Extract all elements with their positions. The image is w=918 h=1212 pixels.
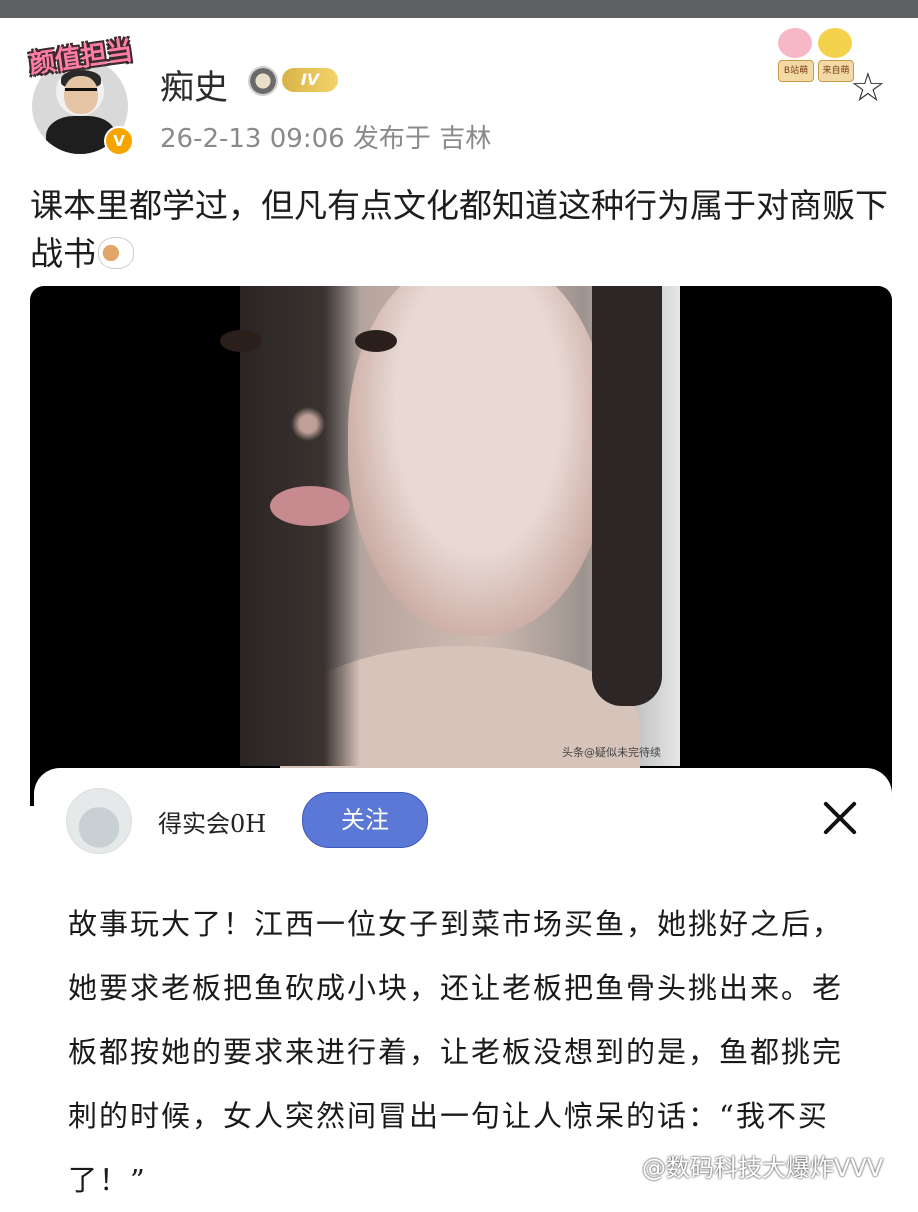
star-icon[interactable]: ☆	[850, 68, 886, 108]
mouth	[270, 486, 350, 526]
status-bar	[0, 0, 918, 18]
cat-emoji-icon	[98, 237, 134, 269]
account-name[interactable]: 得实会0H	[158, 804, 266, 839]
username[interactable]: 痴史	[160, 60, 228, 109]
sticker-tag: 来自萌	[818, 60, 854, 82]
close-icon[interactable]	[820, 798, 860, 838]
follow-button[interactable]: 关注	[302, 792, 428, 848]
video-caption-watermark: 头条@疑似未完待续	[562, 746, 661, 759]
sticker-tag: B站萌	[778, 60, 814, 82]
level-badge: IV	[282, 68, 338, 92]
bottom-sheet: 得实会0H 关注 故事玩大了！江西一位女子到菜市场买鱼，她挑好之后，她要求老板把…	[34, 768, 892, 1198]
eye-left	[220, 330, 262, 352]
nose	[288, 404, 328, 444]
eye-right	[355, 330, 397, 352]
account-avatar[interactable]	[66, 788, 132, 854]
post-meta: 26-2-13 09:06 发布于 吉林	[160, 124, 492, 154]
post-text-content: 课本里都学过，但凡有点文化都知道这种行为属于对商贩下战书	[30, 186, 888, 273]
verified-icon: V	[104, 126, 134, 156]
weibo-watermark: @数码科技大爆炸VVV	[642, 1154, 884, 1182]
sticker-mascot-pink: B站萌	[778, 20, 814, 84]
sticker-mascot-yellow: 来自萌	[818, 20, 854, 84]
video-player[interactable]: 头条@疑似未完待续	[30, 286, 892, 806]
video-frame: 头条@疑似未完待续	[240, 286, 680, 806]
post-text: 课本里都学过，但凡有点文化都知道这种行为属于对商贩下战书	[30, 182, 890, 278]
user-avatar[interactable]: 颜值担当 V	[22, 36, 140, 158]
medal-icon	[248, 66, 278, 96]
